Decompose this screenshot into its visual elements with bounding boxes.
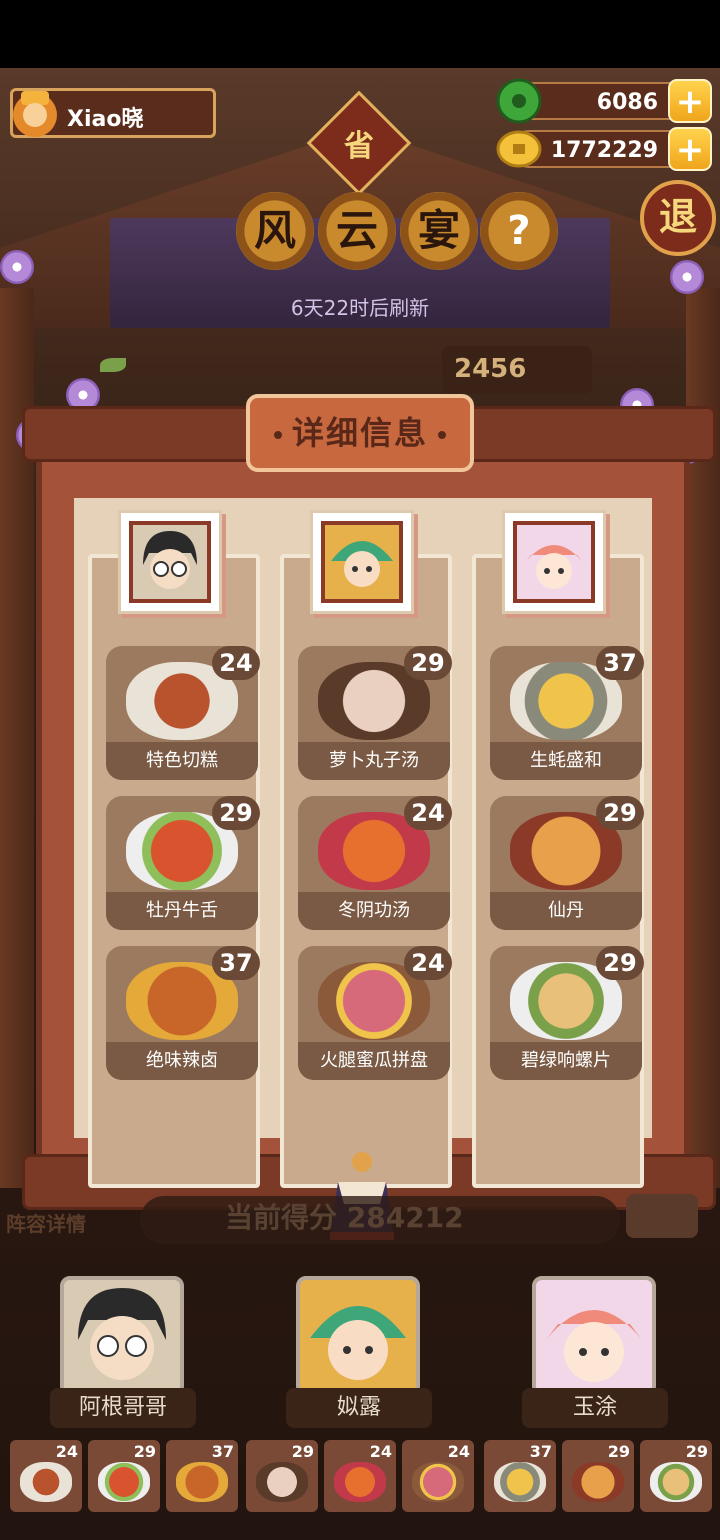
player-name: Xiao晓: [67, 107, 144, 132]
dish-card[interactable]: 29 仙丹: [490, 796, 644, 930]
dish-name: 仙丹: [490, 892, 642, 930]
dish-level: 29: [596, 946, 644, 980]
dish-platter-icon: [412, 1462, 464, 1502]
player-avatar-icon: [13, 91, 57, 137]
event-title-char: 风: [236, 192, 314, 270]
team-member-card[interactable]: [532, 1276, 656, 1396]
jade-icon: [496, 78, 542, 124]
member-avatar-icon: [78, 1288, 166, 1380]
member-name: 阿根哥哥: [50, 1388, 196, 1428]
dish-slot[interactable]: 24: [10, 1440, 82, 1512]
dish-name: 火腿蜜瓜拼盘: [298, 1042, 450, 1080]
member-avatar-icon: [310, 1306, 406, 1380]
slot-level: 37: [211, 1442, 234, 1461]
dish-name: 绝味辣卤: [106, 1042, 258, 1080]
jade-amount: 6086: [596, 90, 658, 115]
event-title-char: 宴: [400, 192, 478, 270]
dish-card[interactable]: 37 生蚝盛和: [490, 646, 644, 780]
member-avatar-icon: [546, 1310, 642, 1382]
coin-amount: 1772229: [550, 138, 658, 163]
dish-oyster-icon: [494, 1462, 546, 1502]
dish-slot[interactable]: 24: [324, 1440, 396, 1512]
slot-level: 24: [369, 1442, 392, 1461]
panel-title: 详细信息: [246, 394, 474, 472]
dish-level: 29: [404, 646, 452, 680]
member-name: 姒露: [286, 1388, 432, 1428]
chef-portrait[interactable]: [310, 510, 414, 614]
chef-portrait[interactable]: [502, 510, 606, 614]
dish-conch-icon: [650, 1462, 702, 1502]
current-score: 当前得分 284212: [225, 1201, 464, 1234]
dish-card[interactable]: 29 碧绿响螺片: [490, 946, 644, 1080]
slot-level: 24: [447, 1442, 470, 1461]
slot-level: 37: [529, 1442, 552, 1461]
dish-tomyum-icon: [334, 1462, 386, 1502]
slot-level: 29: [685, 1442, 708, 1461]
dish-name: 萝卜丸子汤: [298, 742, 450, 780]
coin-currency: 1772229 +: [496, 127, 712, 171]
dish-level: 29: [596, 796, 644, 830]
dish-elixir-icon: [572, 1462, 624, 1502]
dish-level: 24: [404, 796, 452, 830]
dish-slot[interactable]: 29: [640, 1440, 712, 1512]
member-name: 玉涂: [522, 1388, 668, 1428]
dish-cake-icon: [20, 1462, 72, 1502]
flower-decoration: [0, 250, 34, 284]
dish-level: 24: [212, 646, 260, 680]
chef-face-icon: [325, 525, 399, 599]
status-bar: [0, 0, 720, 68]
dish-level: 37: [212, 946, 260, 980]
dish-slot[interactable]: 29: [246, 1440, 318, 1512]
add-coin-button[interactable]: +: [668, 127, 712, 171]
event-title-char: 云: [318, 192, 396, 270]
dish-card[interactable]: 37 绝味辣卤: [106, 946, 260, 1080]
lineup-details-label[interactable]: 阵容详情: [6, 1208, 86, 1237]
dish-level: 29: [212, 796, 260, 830]
jade-currency: 6086 +: [496, 78, 712, 124]
chef-portrait[interactable]: [118, 510, 222, 614]
coin-icon: [496, 130, 542, 168]
dish-level: 37: [596, 646, 644, 680]
dish-card[interactable]: 29 萝卜丸子汤: [298, 646, 452, 780]
help-button[interactable]: ?: [480, 192, 558, 270]
dish-level: 24: [404, 946, 452, 980]
dish-card[interactable]: 29 牡丹牛舌: [106, 796, 260, 930]
dish-name: 特色切糕: [106, 742, 258, 780]
game-scene: Xiao晓 6086 + 1772229 + 省 退 风 云 宴 ? 6天22时…: [0, 68, 720, 1540]
dish-slot-row: 24 29 37 29 24 24 37 29 29: [10, 1440, 720, 1512]
team-action-button[interactable]: [626, 1194, 698, 1238]
add-jade-button[interactable]: +: [668, 79, 712, 123]
team-member-card[interactable]: [296, 1276, 420, 1396]
dish-name: 生蚝盛和: [490, 742, 642, 780]
refresh-timer: 6天22时后刷新: [290, 296, 430, 320]
dish-slot[interactable]: 37: [166, 1440, 238, 1512]
dish-name: 冬阴功汤: [298, 892, 450, 930]
dish-slot[interactable]: 37: [484, 1440, 556, 1512]
player-profile[interactable]: Xiao晓: [10, 88, 216, 138]
dish-tongue-icon: [98, 1462, 150, 1502]
flower-decoration: [670, 260, 704, 294]
slot-level: 29: [291, 1442, 314, 1461]
slot-level: 24: [55, 1442, 78, 1461]
dish-soup-icon: [256, 1462, 308, 1502]
slot-level: 29: [607, 1442, 630, 1461]
dish-braised-icon: [176, 1462, 228, 1502]
chef-face-icon: [517, 525, 591, 599]
team-member-card[interactable]: [60, 1276, 184, 1396]
dish-card[interactable]: 24 特色切糕: [106, 646, 260, 780]
dish-card[interactable]: 24 冬阴功汤: [298, 796, 452, 930]
dish-slot[interactable]: 24: [402, 1440, 474, 1512]
leaf-decoration: [100, 358, 126, 372]
dish-name: 牡丹牛舌: [106, 892, 258, 930]
slot-level: 29: [133, 1442, 156, 1461]
dish-card[interactable]: 24 火腿蜜瓜拼盘: [298, 946, 452, 1080]
dish-slot[interactable]: 29: [88, 1440, 160, 1512]
dish-slot[interactable]: 29: [562, 1440, 634, 1512]
exit-button[interactable]: 退: [640, 180, 716, 256]
chef-face-icon: [133, 525, 207, 599]
score-peek: 2456: [442, 346, 592, 394]
dish-name: 碧绿响螺片: [490, 1042, 642, 1080]
